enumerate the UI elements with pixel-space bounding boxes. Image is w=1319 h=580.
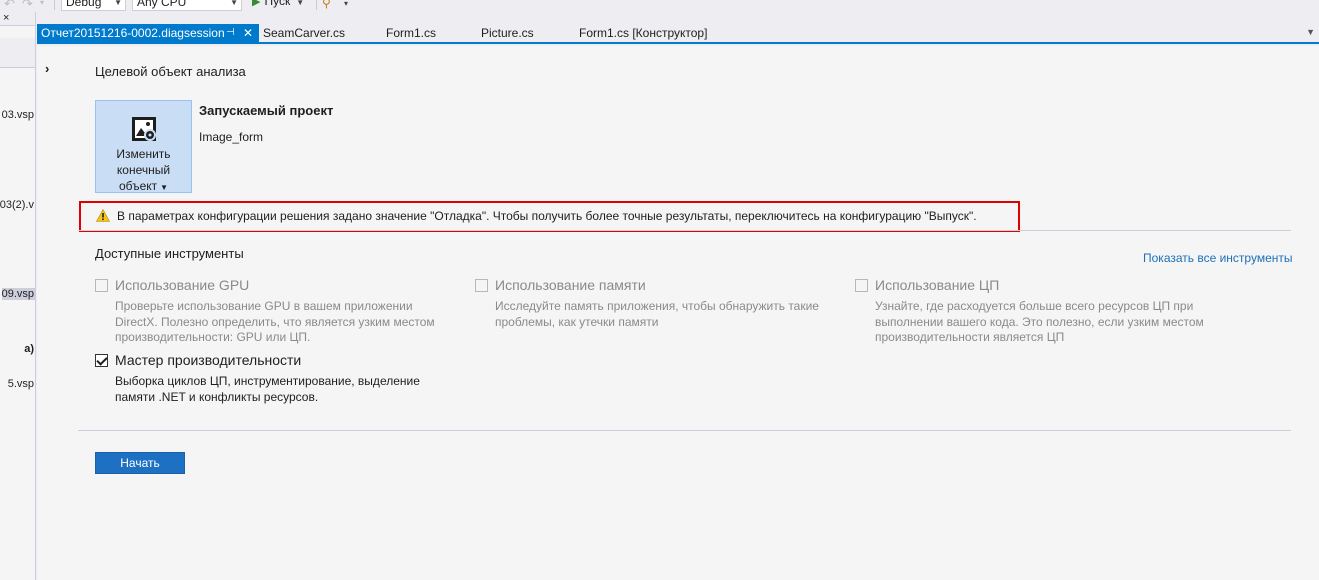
chevron-down-icon: ▼ <box>230 0 238 7</box>
platform-select[interactable]: Any CPU ▼ <box>132 0 242 11</box>
solution-explorer-panel: × 03.vsp 03(2).v 09.vsp a) 5.vsp <box>0 12 36 580</box>
analysis-target-title: Целевой объект анализа <box>95 64 246 79</box>
list-item[interactable]: 5.vsp <box>8 378 34 390</box>
available-tools-title: Доступные инструменты <box>95 246 244 261</box>
pin-icon[interactable]: ⊣ <box>226 24 235 42</box>
divider <box>78 430 1291 431</box>
find-icon[interactable]: ⚲ <box>322 0 331 10</box>
list-item[interactable]: a) <box>24 343 34 355</box>
tool-performance-wizard: Мастер производительности Выборка циклов… <box>95 352 465 412</box>
tool-name: Использование ЦП <box>875 277 1000 293</box>
chevron-down-icon: ▼ <box>160 183 169 192</box>
tool-name: Использование GPU <box>115 277 250 293</box>
change-target-label: Изменить конечный объект ▼ <box>96 146 191 196</box>
platform-value: Any CPU <box>137 0 187 9</box>
label-line: конечный <box>116 163 171 177</box>
configuration-value: Debug <box>66 0 102 9</box>
play-icon: ▶ <box>252 0 261 8</box>
close-icon[interactable]: ✕ <box>243 24 253 42</box>
tab-seamcarver[interactable]: SeamCarver.cs <box>257 24 345 42</box>
desc-line: Выборка циклов ЦП, инструментирование, в… <box>115 374 420 388</box>
redo-dropdown-icon[interactable]: ▾ <box>40 0 44 7</box>
tool-description: Проверьте использование GPU в вашем прил… <box>115 299 435 346</box>
desc-line: Исследуйте память приложения, чтобы обна… <box>495 299 819 313</box>
chevron-right-icon[interactable]: › <box>45 61 49 76</box>
tab-diagsession[interactable]: Отчет20151216-0002.diagsession ⊣ ✕ <box>37 24 259 42</box>
undo-icon[interactable]: ↶ <box>4 0 15 12</box>
tool-description: Исследуйте память приложения, чтобы обна… <box>495 299 819 330</box>
toolbar-separator <box>316 0 317 10</box>
list-item[interactable]: 09.vsp <box>1 288 35 300</box>
desc-line: проблемы, как утечки памяти <box>495 314 659 329</box>
warning-icon <box>96 209 110 222</box>
desc-line: Узнайте, где расходуется больше всего ре… <box>875 299 1194 313</box>
toolbar-separator <box>54 0 55 10</box>
toolbar-overflow-icon[interactable]: ▾ <box>344 0 348 8</box>
desc-line: производительности: GPU или ЦП. <box>115 330 311 344</box>
tab-label: Form1.cs [Конструктор] <box>579 26 708 40</box>
toolbar: ↶ ↷ ▾ Debug ▼ Any CPU ▼ ▶ Пуск ▼ ⚲ ▾ <box>0 0 1319 12</box>
picture-gear-icon <box>132 117 156 141</box>
label-line: объект ▼ <box>96 178 191 196</box>
run-button[interactable]: ▶ Пуск ▼ <box>252 0 304 11</box>
show-all-tools-link[interactable]: Показать все инструменты <box>1143 251 1293 265</box>
tab-label: Отчет20151216-0002.diagsession <box>41 26 225 40</box>
desc-line: выполнении вашего кода. Это полезно, есл… <box>875 314 1204 329</box>
desc-line: DirectX. Полезно определить, что являетс… <box>115 314 435 329</box>
tab-label: Form1.cs <box>386 26 437 40</box>
warning-text: В параметрах конфигурации решения задано… <box>117 209 977 223</box>
label-line-text: объект <box>118 179 158 193</box>
startup-project-label: Запускаемый проект <box>199 103 334 118</box>
diagnostic-session-page: › Целевой объект анализа Изменить конечн… <box>37 46 1319 580</box>
tool-memory-usage: Использование памяти Исследуйте память п… <box>475 277 845 347</box>
tab-label: Picture.cs <box>481 26 534 40</box>
tab-overflow-icon[interactable]: ▼ <box>1306 27 1315 37</box>
change-target-button[interactable]: Изменить конечный объект ▼ <box>95 100 192 193</box>
chevron-down-icon: ▼ <box>114 0 122 7</box>
panel-header: × <box>0 12 35 26</box>
tab-label: SeamCarver.cs <box>263 26 346 40</box>
list-item[interactable]: 03.vsp <box>2 109 34 121</box>
panel-toolbar <box>0 38 35 68</box>
startup-project-name: Image_form <box>199 130 264 144</box>
tool-name: Мастер производительности <box>115 352 302 368</box>
tool-name: Использование памяти <box>495 277 646 293</box>
tab-form1-designer[interactable]: Form1.cs [Конструктор] <box>573 24 707 42</box>
close-icon[interactable]: × <box>3 12 9 24</box>
tool-cpu-usage: Использование ЦП Узнайте, где расходуетс… <box>855 277 1235 347</box>
configuration-warning: В параметрах конфигурации решения задано… <box>79 201 1020 232</box>
list-item[interactable]: 03(2).v <box>0 199 34 211</box>
redo-icon[interactable]: ↷ <box>22 0 33 12</box>
tab-form1[interactable]: Form1.cs <box>380 24 436 42</box>
document-tabs: Отчет20151216-0002.diagsession ⊣ ✕ SeamC… <box>37 24 1319 44</box>
desc-line: памяти .NET и конфликты ресурсов. <box>115 389 319 404</box>
run-label: Пуск <box>264 0 291 8</box>
gpu-usage-checkbox[interactable] <box>95 279 108 292</box>
cpu-usage-checkbox[interactable] <box>855 279 868 292</box>
desc-line: производительности является ЦП <box>875 330 1065 344</box>
divider <box>78 230 1291 231</box>
memory-usage-checkbox[interactable] <box>475 279 488 292</box>
tool-gpu-usage: Использование GPU Проверьте использовани… <box>95 277 465 347</box>
tool-description: Узнайте, где расходуется больше всего ре… <box>875 299 1204 346</box>
performance-wizard-checkbox[interactable] <box>95 354 108 367</box>
tool-description: Выборка циклов ЦП, инструментирование, в… <box>115 374 420 405</box>
tab-picture[interactable]: Picture.cs <box>475 24 534 42</box>
label-line: Изменить <box>116 147 171 161</box>
configuration-select[interactable]: Debug ▼ <box>61 0 126 11</box>
start-button[interactable]: Начать <box>95 452 185 474</box>
desc-line: Проверьте использование GPU в вашем прил… <box>115 299 413 313</box>
chevron-down-icon: ▼ <box>296 0 305 7</box>
